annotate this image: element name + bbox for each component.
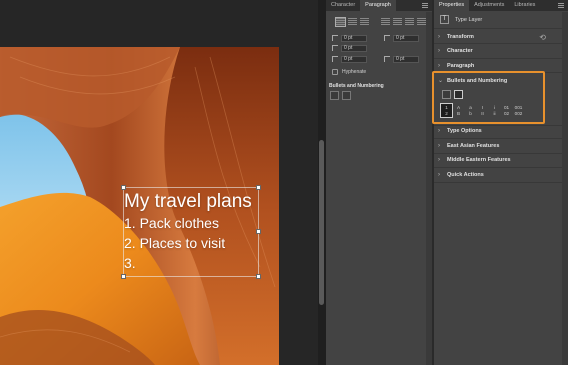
indent-right-icon bbox=[384, 35, 390, 41]
properties-panel-scrollbar[interactable] bbox=[562, 12, 568, 365]
reset-icon[interactable]: ⟲ bbox=[539, 33, 546, 42]
chevron-right-icon: › bbox=[438, 127, 440, 134]
section-label: East Asian Features bbox=[447, 142, 500, 149]
section-label: Middle Eastern Features bbox=[447, 156, 511, 163]
section-middle-eastern[interactable]: › Middle Eastern Features bbox=[438, 155, 564, 164]
chevron-right-icon: › bbox=[438, 62, 440, 69]
panel-menu-icon[interactable] bbox=[422, 3, 428, 8]
style-bottom: II bbox=[481, 110, 484, 116]
divider bbox=[434, 28, 568, 29]
section-label: Paragraph bbox=[447, 62, 475, 69]
section-paragraph[interactable]: › Paragraph bbox=[438, 61, 564, 70]
bullets-button[interactable] bbox=[330, 91, 339, 100]
document-canvas[interactable]: My travel plans 1. Pack clothes 2. Place… bbox=[0, 0, 318, 365]
numbered-list-button[interactable] bbox=[454, 90, 463, 99]
paragraph-panel: Character Paragraph 0 pt 0 pt 0 pt 0 pt … bbox=[326, 0, 432, 365]
indent-right-field[interactable]: 0 pt bbox=[393, 35, 419, 42]
list-item: 2. Places to visit bbox=[124, 235, 226, 251]
numbering-style-option[interactable]: 01 02 bbox=[501, 104, 512, 117]
list-type-buttons bbox=[442, 90, 463, 99]
numbering-style-option[interactable]: i ii bbox=[489, 104, 500, 117]
justify-right-icon[interactable] bbox=[405, 18, 414, 26]
indent-left-field[interactable]: 0 pt bbox=[341, 35, 367, 42]
alignment-buttons bbox=[335, 17, 426, 27]
numbering-styles: 1 2 A B a b I II i ii 01 02 001 002 bbox=[440, 103, 524, 118]
travel-title: My travel plans bbox=[124, 191, 252, 212]
space-after-icon bbox=[384, 56, 390, 62]
justify-all-icon[interactable] bbox=[417, 18, 426, 26]
section-type-options[interactable]: › Type Options bbox=[438, 126, 564, 135]
align-right-icon[interactable] bbox=[360, 18, 369, 26]
chevron-right-icon: › bbox=[438, 47, 440, 54]
paragraph-panel-tabs: Character Paragraph bbox=[326, 0, 432, 11]
indent-left-icon bbox=[332, 35, 338, 41]
tab-paragraph[interactable]: Paragraph bbox=[360, 0, 396, 11]
align-left-icon[interactable] bbox=[335, 17, 346, 27]
numbering-style-option[interactable]: a b bbox=[465, 104, 476, 117]
divider bbox=[434, 138, 568, 139]
chevron-right-icon: › bbox=[438, 142, 440, 149]
type-layer-icon: T bbox=[440, 15, 449, 24]
travel-text-layer[interactable]: My travel plans 1. Pack clothes 2. Place… bbox=[124, 190, 274, 273]
justify-left-icon[interactable] bbox=[381, 18, 390, 26]
resize-handle-bl[interactable] bbox=[121, 274, 126, 279]
canvas-scrollbar[interactable] bbox=[318, 0, 326, 365]
style-bottom: 002 bbox=[514, 110, 523, 116]
resize-handle-br[interactable] bbox=[256, 274, 261, 279]
paragraph-panel-scrollbar[interactable] bbox=[426, 12, 432, 365]
tab-libraries[interactable]: Libraries bbox=[509, 0, 540, 11]
section-label: Character bbox=[447, 47, 473, 54]
chevron-right-icon: › bbox=[438, 171, 440, 178]
divider bbox=[434, 58, 568, 59]
numbering-style-option[interactable]: I II bbox=[477, 104, 488, 117]
indent-first-line-field[interactable]: 0 pt bbox=[341, 45, 367, 52]
style-bottom: ii bbox=[493, 110, 496, 116]
hyphenate-label: Hyphenate bbox=[342, 69, 367, 75]
space-before-icon bbox=[332, 56, 338, 62]
list-item: 3. bbox=[124, 255, 136, 271]
section-label: Type Options bbox=[447, 127, 482, 134]
style-bottom: 2 bbox=[445, 110, 448, 116]
space-before-field[interactable]: 0 pt bbox=[341, 56, 367, 63]
section-label: Transform bbox=[447, 33, 474, 40]
space-after-field[interactable]: 0 pt bbox=[393, 56, 419, 63]
chevron-right-icon: › bbox=[438, 33, 440, 40]
properties-panel: Properties Adjustments Libraries T Type … bbox=[434, 0, 568, 365]
section-label: Quick Actions bbox=[447, 171, 484, 178]
numbering-style-option[interactable]: A B bbox=[453, 104, 464, 117]
numbering-button[interactable] bbox=[342, 91, 351, 100]
section-character[interactable]: › Character bbox=[438, 46, 564, 55]
divider bbox=[434, 167, 568, 168]
style-bottom: B bbox=[456, 110, 461, 116]
justify-center-icon[interactable] bbox=[393, 18, 402, 26]
tab-properties[interactable]: Properties bbox=[434, 0, 470, 11]
align-center-icon[interactable] bbox=[348, 18, 357, 26]
tab-character[interactable]: Character bbox=[326, 0, 360, 11]
style-bottom: b bbox=[469, 110, 472, 116]
style-bottom: 02 bbox=[503, 110, 510, 116]
properties-panel-tabs: Properties Adjustments Libraries bbox=[434, 0, 568, 11]
layer-type-row: T Type Layer bbox=[440, 15, 482, 24]
panel-menu-icon[interactable] bbox=[558, 3, 564, 8]
section-east-asian[interactable]: › East Asian Features bbox=[438, 141, 564, 150]
layer-type-label: Type Layer bbox=[455, 16, 483, 23]
indent-first-line-icon bbox=[332, 45, 338, 51]
list-item: 1. Pack clothes bbox=[124, 215, 219, 231]
chevron-right-icon: › bbox=[438, 156, 440, 163]
canvas-scroll-thumb[interactable] bbox=[319, 140, 324, 305]
hyphenate-row[interactable]: Hyphenate bbox=[332, 69, 366, 75]
hyphenate-checkbox[interactable] bbox=[332, 69, 338, 75]
divider bbox=[434, 43, 568, 44]
numbering-style-option[interactable]: 001 002 bbox=[513, 104, 524, 117]
tab-adjustments[interactable]: Adjustments bbox=[469, 0, 509, 11]
section-quick-actions[interactable]: › Quick Actions bbox=[438, 170, 564, 179]
divider bbox=[434, 182, 568, 183]
numbering-style-option[interactable]: 1 2 bbox=[440, 103, 453, 118]
divider bbox=[434, 153, 568, 154]
bullets-numbering-label: Bullets and Numbering bbox=[329, 83, 384, 89]
bullet-list-button[interactable] bbox=[442, 90, 451, 99]
